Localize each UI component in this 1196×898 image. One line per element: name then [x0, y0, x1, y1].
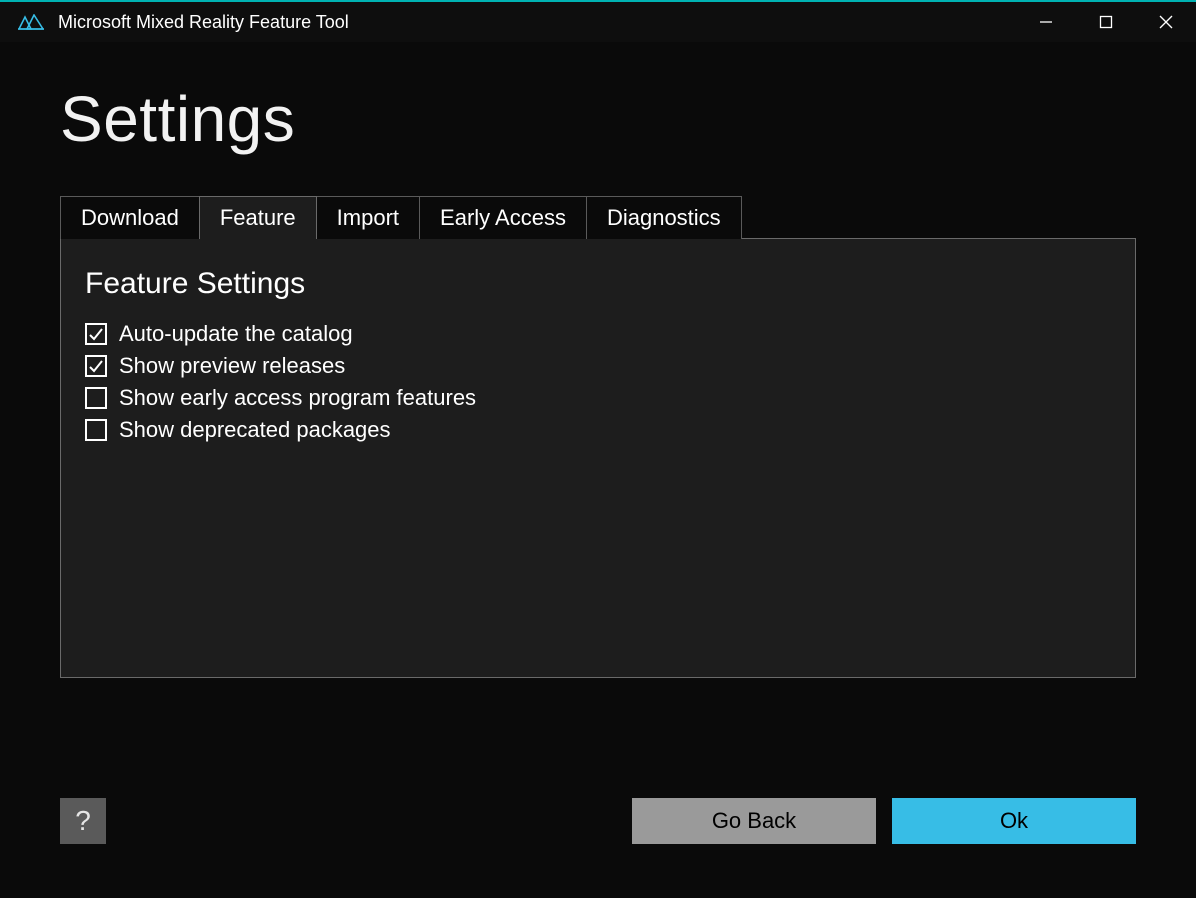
option-show-early-access[interactable]: Show early access program features: [85, 385, 1111, 411]
option-label: Auto-update the catalog: [119, 321, 353, 347]
tab-feature[interactable]: Feature: [199, 196, 317, 239]
option-show-preview[interactable]: Show preview releases: [85, 353, 1111, 379]
titlebar: Microsoft Mixed Reality Feature Tool: [0, 2, 1196, 42]
tabs: Download Feature Import Early Access Dia…: [60, 196, 1136, 239]
checkbox-icon: [85, 355, 107, 377]
option-auto-update[interactable]: Auto-update the catalog: [85, 321, 1111, 347]
tab-diagnostics[interactable]: Diagnostics: [586, 196, 742, 239]
option-label: Show deprecated packages: [119, 417, 391, 443]
settings-panel: Feature Settings Auto-update the catalog…: [60, 238, 1136, 678]
option-show-deprecated[interactable]: Show deprecated packages: [85, 417, 1111, 443]
tab-early-access[interactable]: Early Access: [419, 196, 587, 239]
tab-import[interactable]: Import: [316, 196, 420, 239]
help-button[interactable]: ?: [60, 798, 106, 844]
minimize-button[interactable]: [1016, 2, 1076, 42]
ok-button[interactable]: Ok: [892, 798, 1136, 844]
maximize-button[interactable]: [1076, 2, 1136, 42]
window-title: Microsoft Mixed Reality Feature Tool: [58, 12, 1016, 33]
checkbox-icon: [85, 387, 107, 409]
panel-heading: Feature Settings: [85, 267, 1111, 301]
page-title: Settings: [60, 82, 1136, 156]
option-label: Show early access program features: [119, 385, 476, 411]
footer: ? Go Back Ok: [60, 798, 1136, 844]
option-label: Show preview releases: [119, 353, 345, 379]
window-controls: [1016, 2, 1196, 42]
go-back-button[interactable]: Go Back: [632, 798, 876, 844]
app-icon: [18, 13, 44, 31]
checkbox-icon: [85, 323, 107, 345]
checkbox-icon: [85, 419, 107, 441]
content: Settings Download Feature Import Early A…: [0, 42, 1196, 678]
close-button[interactable]: [1136, 2, 1196, 42]
tab-download[interactable]: Download: [60, 196, 200, 239]
